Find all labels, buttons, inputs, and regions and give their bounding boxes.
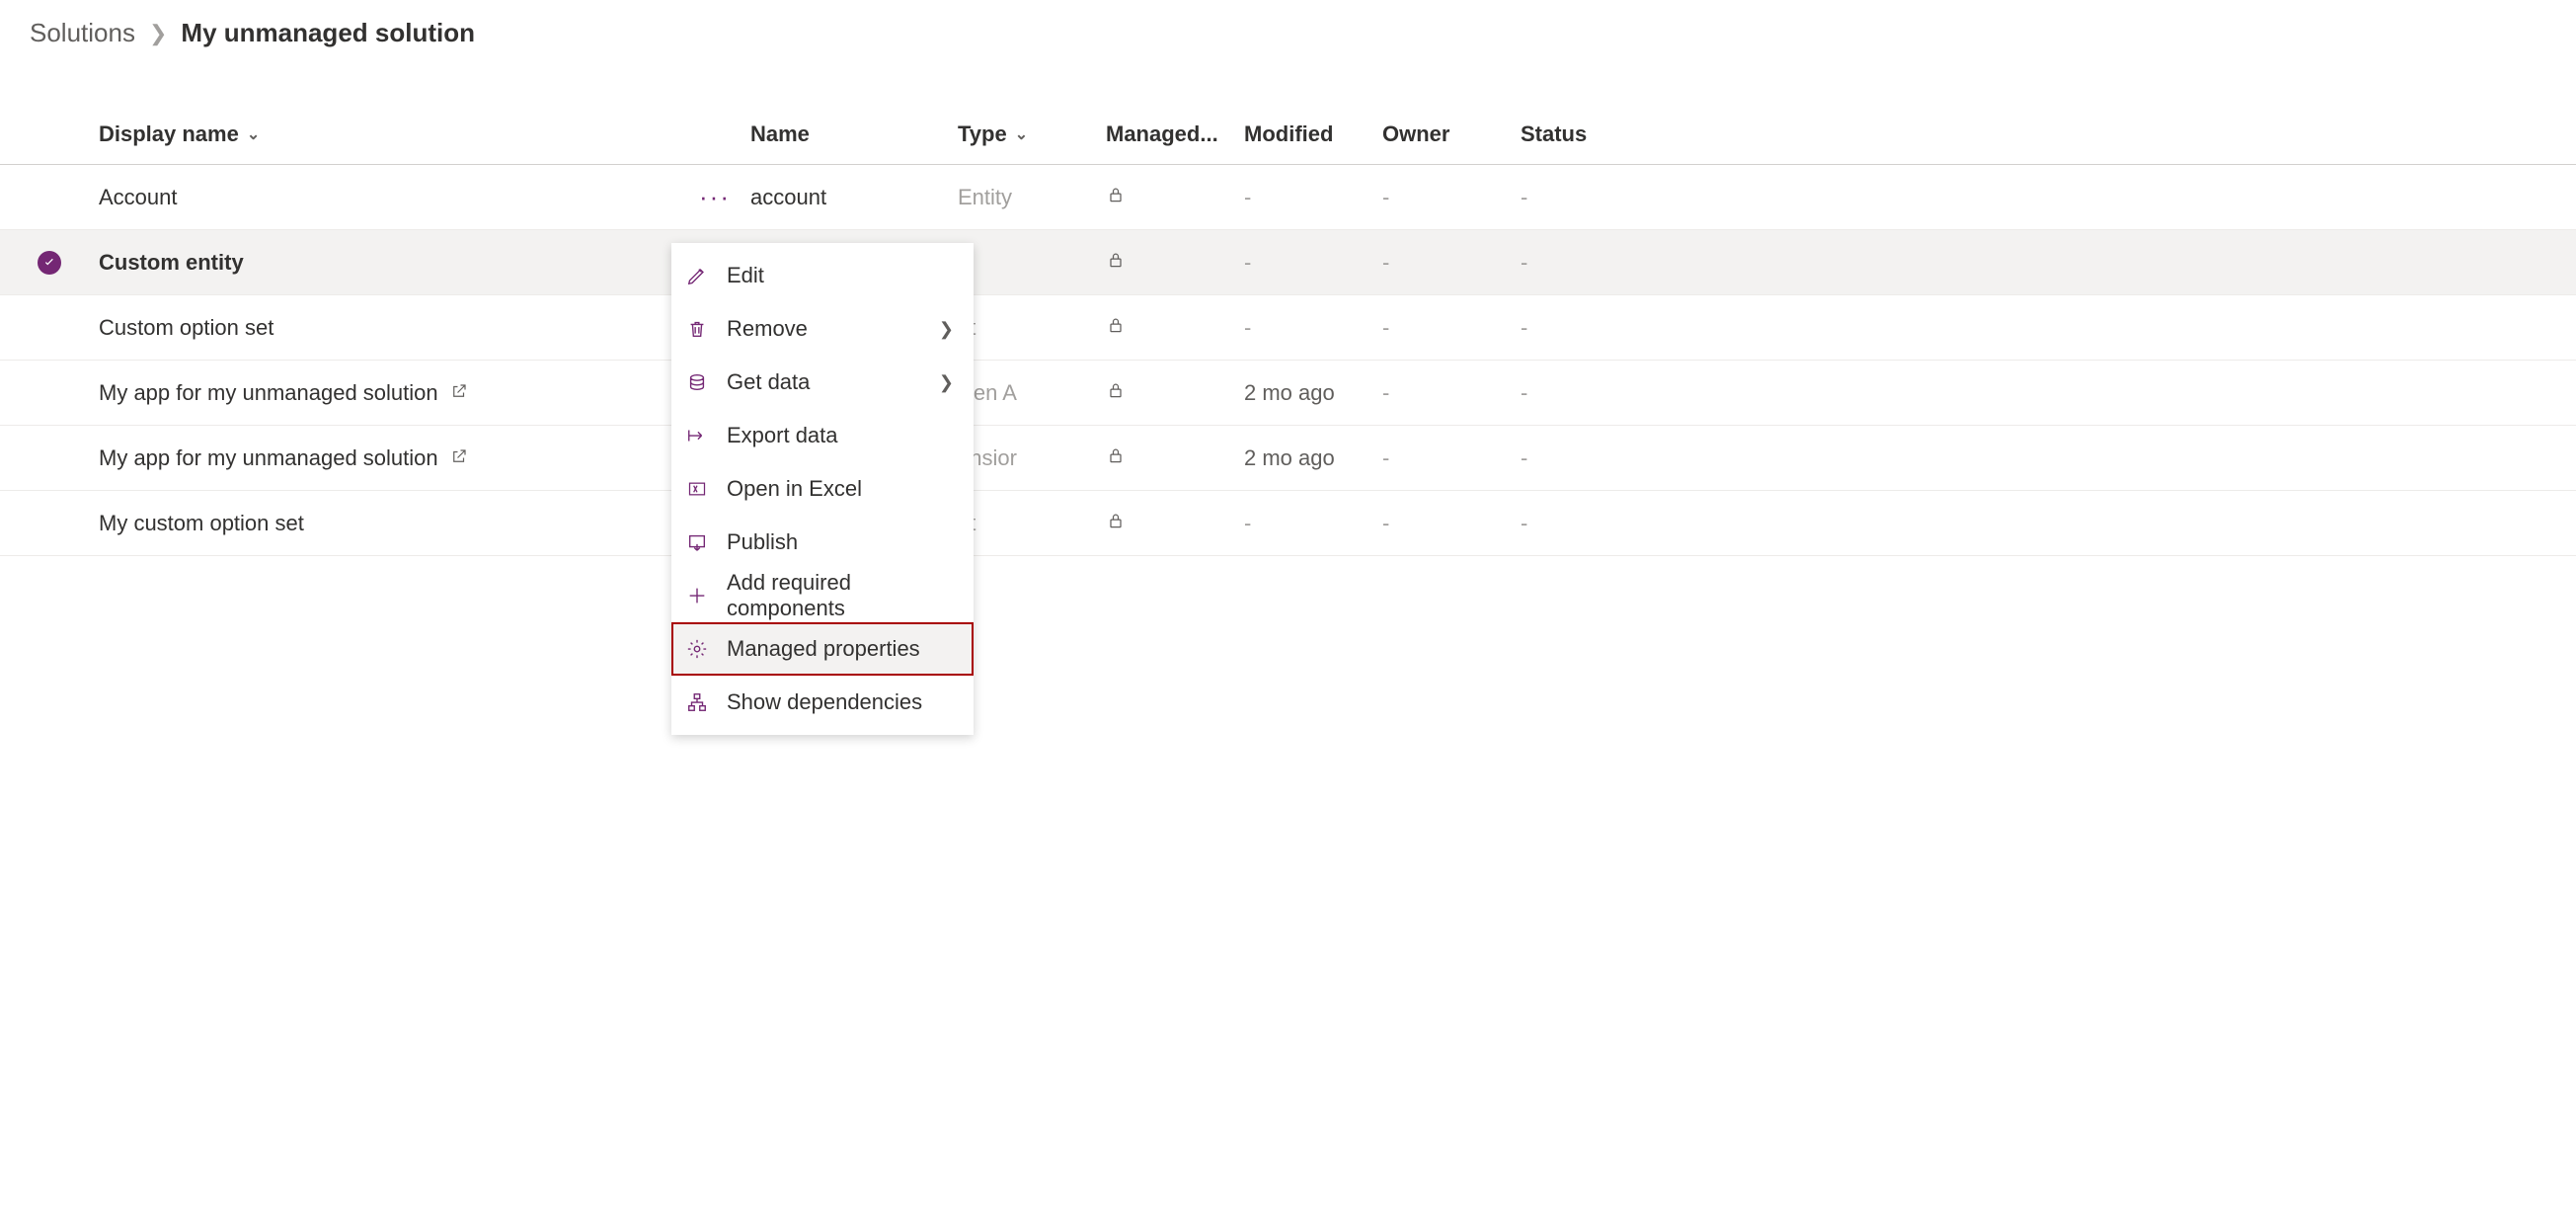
modified-cell: - [1244,185,1382,210]
plus-icon [685,585,709,606]
owner-cell: - [1382,315,1521,341]
type-cell: et [958,315,1106,341]
gear-icon [685,638,709,660]
chevron-down-icon: ⌄ [1015,124,1028,144]
table-row[interactable]: My app for my unmanaged solution···ensio… [0,426,2576,491]
modified-cell: - [1244,511,1382,536]
type-cell: et [958,511,1106,536]
menu-item-open-in-excel[interactable]: Open in Excel [671,462,974,516]
column-header-managed[interactable]: Managed... [1106,121,1244,147]
menu-item-add-required-components[interactable]: Add required components [671,569,974,622]
status-cell: - [1521,380,1659,406]
menu-item-managed-properties[interactable]: Managed properties [671,622,974,676]
external-link-icon [450,445,468,471]
menu-item-show-dependencies[interactable]: Show dependencies [671,676,974,729]
managed-lock-icon [1106,380,1244,406]
menu-item-get-data[interactable]: Get data ❯ [671,356,974,409]
external-link-icon [450,380,468,406]
menu-item-label: Publish [727,529,954,555]
modified-cell: 2 mo ago [1244,380,1382,406]
owner-cell: - [1382,185,1521,210]
column-header-type[interactable]: Type ⌄ [958,121,1106,147]
status-cell: - [1521,445,1659,471]
display-name-cell[interactable]: My custom option set [99,511,304,536]
type-cell: iven A [958,380,1106,406]
menu-item-edit[interactable]: Edit [671,249,974,302]
publish-icon [685,531,709,553]
managed-lock-icon [1106,250,1244,276]
menu-item-label: Managed properties [727,636,954,662]
breadcrumb: Solutions ❯ My unmanaged solution [0,0,2576,68]
table-row[interactable]: Account···accountEntity--- [0,165,2576,230]
excel-icon [685,479,709,499]
menu-item-publish[interactable]: Publish [671,516,974,569]
column-header-modified[interactable]: Modified [1244,121,1382,147]
menu-item-label: Remove [727,316,921,342]
type-cell: Entity [958,185,1106,210]
menu-item-label: Export data [727,423,954,448]
modified-cell: - [1244,250,1382,276]
display-name-cell[interactable]: Account [99,185,178,210]
selected-check-icon [38,251,61,275]
menu-item-label: Get data [727,369,921,395]
delete-icon [685,318,709,340]
table-row[interactable]: Custom option set···et--- [0,295,2576,361]
context-menu: Edit Remove ❯ Get data ❯ Export data Open in E… [671,243,974,735]
breadcrumb-root[interactable]: Solutions [30,18,135,48]
menu-item-label: Add required components [727,570,954,621]
name-cell: account [750,185,958,210]
status-cell: - [1521,315,1659,341]
type-cell: ensior [958,445,1106,471]
edit-icon [685,265,709,286]
table-header-row: Display name ⌄ Name Type ⌄ Managed... Mo… [0,104,2576,165]
managed-lock-icon [1106,445,1244,471]
owner-cell: - [1382,380,1521,406]
chevron-right-icon: ❯ [939,372,954,393]
chevron-down-icon: ⌄ [247,124,260,144]
column-header-status[interactable]: Status [1521,121,1659,147]
breadcrumb-current: My unmanaged solution [181,18,475,48]
table-row[interactable]: My app for my unmanaged solution···iven … [0,361,2576,426]
column-header-display-name[interactable]: Display name ⌄ [99,121,652,147]
managed-lock-icon [1106,315,1244,341]
status-cell: - [1521,250,1659,276]
display-name-cell[interactable]: My app for my unmanaged solution [99,380,438,406]
menu-item-label: Show dependencies [727,689,954,715]
menu-item-export-data[interactable]: Export data [671,409,974,462]
chevron-right-icon: ❯ [939,319,954,340]
tree-icon [685,691,709,713]
data-icon [685,371,709,393]
row-actions-button[interactable]: ··· [652,182,750,212]
export-icon [685,425,709,446]
owner-cell: - [1382,445,1521,471]
display-name-cell[interactable]: Custom option set [99,315,273,341]
managed-lock-icon [1106,185,1244,210]
menu-item-label: Open in Excel [727,476,954,502]
modified-cell: - [1244,315,1382,341]
table-row[interactable]: Custom entity···--- [0,230,2576,295]
display-name-cell[interactable]: My app for my unmanaged solution [99,445,438,471]
status-cell: - [1521,511,1659,536]
chevron-right-icon: ❯ [149,21,167,46]
owner-cell: - [1382,250,1521,276]
managed-lock-icon [1106,511,1244,536]
solution-components-table: Display name ⌄ Name Type ⌄ Managed... Mo… [0,104,2576,556]
status-cell: - [1521,185,1659,210]
menu-item-remove[interactable]: Remove ❯ [671,302,974,356]
column-header-owner[interactable]: Owner [1382,121,1521,147]
display-name-cell[interactable]: Custom entity [99,250,244,276]
menu-item-label: Edit [727,263,954,288]
column-header-name[interactable]: Name [750,121,958,147]
modified-cell: 2 mo ago [1244,445,1382,471]
table-row[interactable]: My custom option set···et--- [0,491,2576,556]
owner-cell: - [1382,511,1521,536]
